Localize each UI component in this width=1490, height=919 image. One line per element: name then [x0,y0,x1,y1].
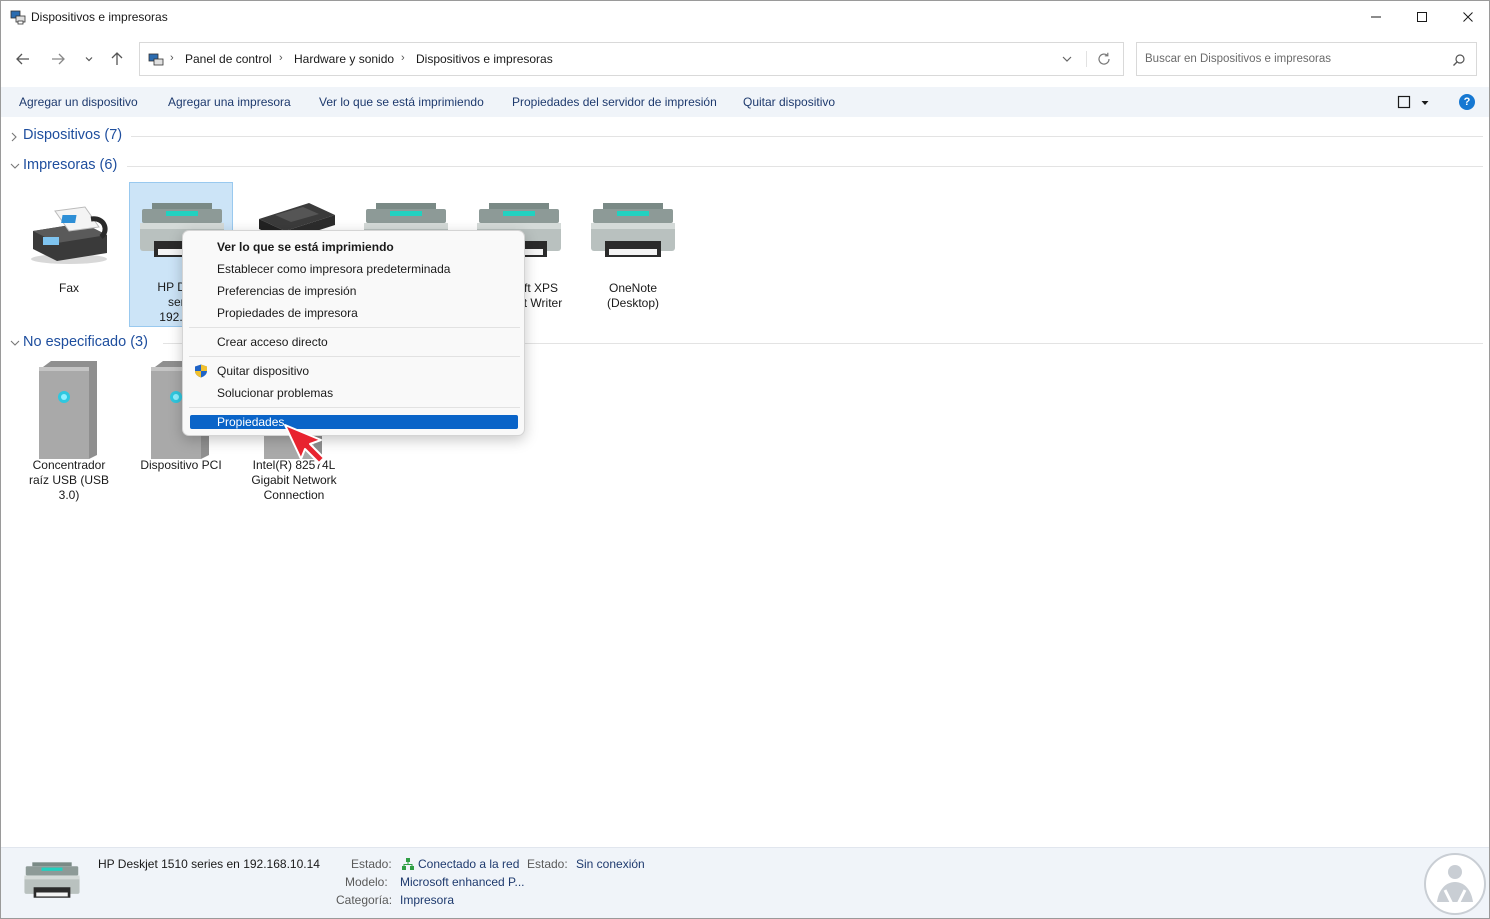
address-bar[interactable]: › Panel de control › Hardware y sonido ›… [139,42,1124,76]
menu-item-properties[interactable]: Propiedades [217,415,284,429]
refresh-icon [1098,52,1110,65]
maximize-icon [1417,12,1427,22]
group-divider [127,166,1483,167]
chevron-down-icon [1062,56,1072,62]
caret-down-icon [1421,101,1429,105]
menu-item-create-shortcut[interactable]: Crear acceso directo [217,335,328,349]
details-pane: HP Deskjet 1510 series en 192.168.10.14 … [1,847,1489,918]
devices-and-printers-window: Dispositivos e impresoras › Panel de con… [0,0,1490,919]
view-options-button[interactable] [1420,97,1430,111]
device-label-line1: Dispositivo PCI [140,458,222,472]
title-bar: Dispositivos e impresoras [1,1,1489,33]
refresh-button[interactable] [1096,51,1112,70]
see-printing-command[interactable]: Ver lo que se está imprimiendo [319,95,484,109]
chevron-down-icon [10,340,20,346]
search-placeholder: Buscar en Dispositivos e impresoras [1145,53,1331,65]
devices-printers-app-icon [10,9,26,25]
details-model-label: Modelo: [345,875,388,889]
printer-fax[interactable]: Fax [17,183,121,327]
menu-item-troubleshoot[interactable]: Solucionar problemas [217,386,333,400]
details-status2-label: Estado: [527,857,568,871]
printer-label: Fax [58,281,79,295]
details-status-value: Conectado a la red [418,857,520,871]
change-view-button[interactable] [1397,95,1411,112]
context-menu: Ver lo que se está imprimiendo Establece… [182,230,525,436]
address-divider [1086,51,1087,67]
details-category-label: Categoría: [336,893,393,907]
chevron-down-icon [85,57,93,62]
details-device-name: HP Deskjet 1510 series en 192.168.10.14 [98,857,320,871]
breadcrumb-devices-printers[interactable]: Dispositivos e impresoras [416,52,553,66]
arrow-left-icon [16,53,29,65]
menu-item-see-printing[interactable]: Ver lo que se está imprimiendo [217,240,394,254]
device-label-line1: Concentrador [32,458,106,472]
menu-separator [189,356,520,357]
command-bar: Agregar un dispositivo Agregar una impre… [1,87,1489,117]
network-connected-icon [401,857,415,874]
menu-item-print-preferences[interactable]: Preferencias de impresión [217,284,356,298]
group-printers[interactable]: Impresoras (6) [9,157,1483,177]
device-label-line3: Connection [263,488,325,502]
uac-shield-icon [194,364,208,381]
menu-item-printer-properties[interactable]: Propiedades de impresora [217,306,358,320]
generic-device-icon [39,361,97,459]
arrow-right-icon [52,53,65,65]
search-box[interactable]: Buscar en Dispositivos e impresoras [1136,42,1477,76]
fax-icon [31,206,108,264]
control-panel-location-icon [148,52,164,71]
printer-label-line1: OneNote [608,281,658,295]
watermark-logo-icon [1424,853,1486,915]
menu-item-remove-device[interactable]: Quitar dispositivo [217,364,309,378]
view-icon [1397,95,1411,109]
details-status-label: Estado: [351,857,392,871]
address-dropdown-button[interactable] [1060,52,1074,69]
add-printer-command[interactable]: Agregar una impresora [168,95,291,109]
red-cursor-arrow-icon [284,424,325,464]
up-button[interactable] [105,47,129,71]
print-server-properties-command[interactable]: Propiedades del servidor de impresión [512,95,717,109]
menu-separator [189,407,520,408]
group-devices[interactable]: Dispositivos (7) [9,127,1483,147]
arrow-up-icon [111,52,123,65]
menu-separator [189,327,520,328]
maximize-button[interactable] [1399,1,1445,33]
close-button[interactable] [1445,1,1489,33]
chevron-down-icon [10,163,20,169]
details-model-value: Microsoft enhanced P... [400,875,525,889]
group-divider [131,136,1483,137]
close-icon [1463,12,1473,22]
device-label-line2: Gigabit Network [251,473,337,487]
add-device-command[interactable]: Agregar un dispositivo [19,95,138,109]
printer-onenote[interactable]: OneNote (Desktop) [581,183,685,327]
breadcrumb-separator-icon: › [279,52,283,64]
breadcrumb-control-panel[interactable]: Panel de control [185,52,272,66]
breadcrumb-separator-icon: › [170,52,174,64]
help-button[interactable]: ? [1459,94,1475,110]
breadcrumb-separator-icon: › [401,52,405,64]
printer-icon [591,203,675,257]
window-title: Dispositivos e impresoras [31,10,168,24]
details-status2-value: Sin conexión [576,857,645,871]
group-unspecified-label: No especificado (3) [23,334,148,350]
back-button[interactable] [11,47,35,71]
printer-label-line2: (Desktop) [606,296,659,310]
printer-icon [24,862,80,898]
details-category-value: Impresora [400,893,455,907]
forward-button[interactable] [46,47,70,71]
minimize-icon [1371,16,1381,18]
device-usb-root-hub[interactable]: Concentrador raíz USB (USB 3.0) [17,359,121,503]
remove-device-command[interactable]: Quitar dispositivo [743,95,835,109]
minimize-button[interactable] [1353,1,1399,33]
menu-item-set-default[interactable]: Establecer como impresora predeterminada [217,262,450,276]
device-label-line2: raíz USB (USB 3.0) [28,473,109,502]
breadcrumb-hardware-sound[interactable]: Hardware y sonido [294,52,394,66]
recent-locations-button[interactable] [77,47,101,71]
search-icon[interactable] [1452,53,1466,70]
group-printers-label: Impresoras (6) [23,157,118,173]
chevron-right-icon [11,132,17,142]
group-devices-label: Dispositivos (7) [23,127,123,143]
